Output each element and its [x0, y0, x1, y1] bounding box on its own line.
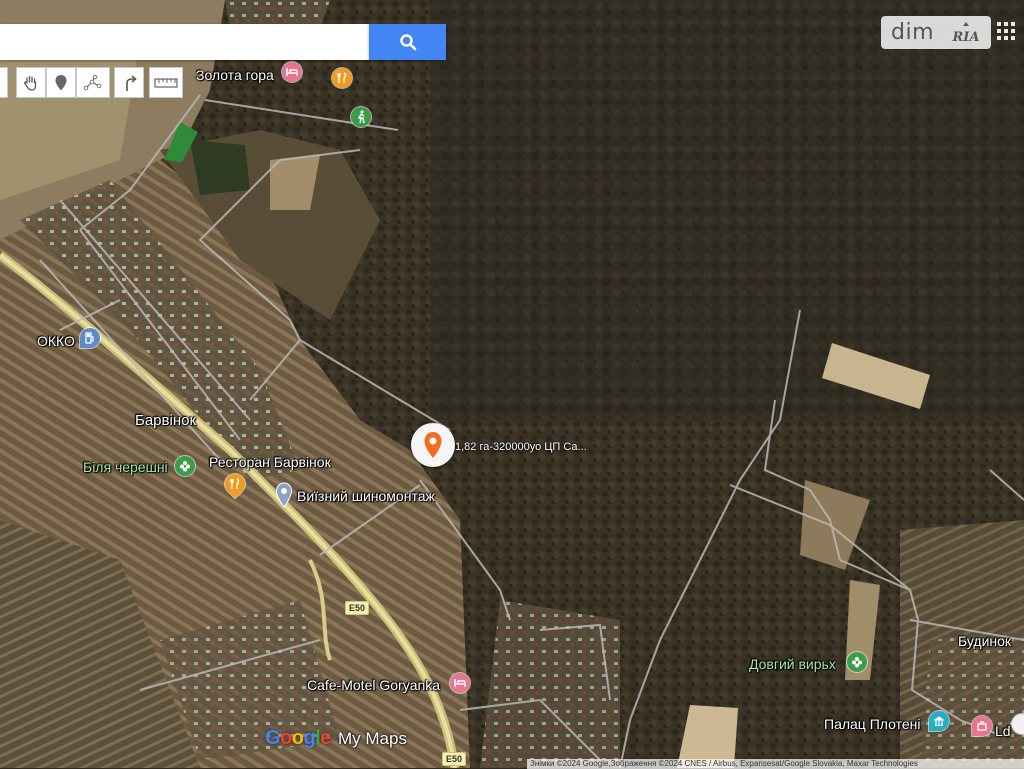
my-maps-logo: My Maps: [338, 729, 407, 748]
hand-pan-icon: [24, 75, 37, 91]
park-icon[interactable]: [175, 456, 195, 476]
pin-title-label[interactable]: 1,82 га-320000уо ЦП Са...: [455, 441, 587, 453]
place-label-shynomontazh: Виїзний шиномонтаж: [297, 488, 435, 504]
dim-ria-logo[interactable]: dim RIA: [881, 16, 991, 49]
pan-tool-button[interactable]: [16, 67, 46, 98]
restaurant-icon[interactable]: [332, 68, 352, 88]
hiking-icon[interactable]: [351, 107, 371, 127]
hotel-icon[interactable]: [282, 62, 302, 82]
measure-button[interactable]: [149, 67, 183, 98]
place-label-bilya-chereshni: Біля черешні: [83, 459, 168, 475]
directions-button[interactable]: [114, 67, 144, 98]
gas-station-icon[interactable]: [80, 328, 100, 348]
place-label-okko: ОККО: [37, 333, 75, 349]
selected-plot-marker[interactable]: [411, 423, 455, 467]
place-label-dovhyi-vyrkh: Довгий вирьх: [749, 656, 836, 672]
marker-icon: [55, 74, 67, 90]
place-label-cafe-motel: Cafe-Motel Goryanka: [307, 677, 441, 693]
shop-icon[interactable]: [972, 716, 992, 736]
ruler-icon: [154, 77, 178, 88]
museum-icon[interactable]: [929, 711, 949, 731]
place-label-palats: Палац Плотені: [824, 716, 921, 732]
place-label-zolota-gora: Золота гора: [196, 67, 274, 83]
tool-partial-button[interactable]: [0, 67, 8, 98]
draw-line-icon: [83, 74, 102, 90]
ria-logo-icon: RIA: [952, 22, 980, 45]
search-input[interactable]: [0, 24, 370, 60]
svg-text:RIA: RIA: [952, 30, 980, 45]
satellite-map[interactable]: [0, 0, 1024, 768]
motel-icon[interactable]: [450, 673, 470, 693]
place-label-ld: Ld: [995, 723, 1011, 739]
park-icon-dovhyi[interactable]: [847, 652, 867, 672]
search-icon: [399, 34, 416, 51]
road-shield-e50-bottom: E50: [442, 752, 467, 766]
road-shield-e50: E50: [345, 601, 370, 615]
place-label-budynok: Будинок: [958, 633, 1012, 649]
apps-grid-icon[interactable]: [995, 20, 1017, 42]
directions-icon: [126, 74, 137, 91]
add-marker-button[interactable]: [46, 67, 76, 98]
map-pin-icon: [424, 432, 442, 458]
search-button[interactable]: [369, 24, 446, 60]
dim-logo-text: dim: [891, 20, 935, 45]
draw-line-button[interactable]: [76, 67, 110, 98]
tire-service-marker-icon[interactable]: [275, 482, 293, 508]
place-label-barvinok: Барвінок: [135, 412, 197, 429]
place-label-restoran: Ресторан Барвінок: [209, 454, 331, 470]
google-logo: Google: [265, 727, 331, 749]
